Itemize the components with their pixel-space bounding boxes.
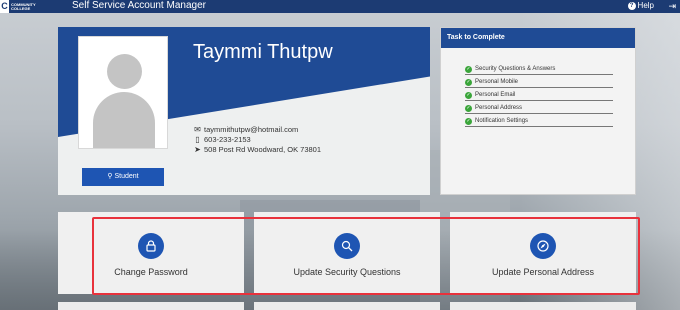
address-row: ➤ 508 Post Rd Woodward, OK 73801: [193, 145, 321, 155]
logout-icon[interactable]: ⇥: [668, 1, 676, 12]
highlight-box: [92, 217, 640, 295]
address-value: 508 Post Rd Woodward, OK 73801: [204, 145, 322, 154]
tile-row-2[interactable]: [450, 302, 636, 310]
phone-row: ▯ 603-233-2153: [193, 135, 321, 145]
check-circle-icon: ✓: [465, 65, 472, 73]
avatar: [78, 36, 168, 149]
logo-text: COMMUNITY COLLEGE: [11, 1, 36, 11]
task-item[interactable]: ✓ Personal Mobile: [465, 78, 613, 88]
help-icon: ?: [627, 2, 636, 10]
task-list: ✓ Security Questions & Answers ✓ Personal …: [465, 65, 613, 130]
college-logo[interactable]: C COMMUNITY COLLEGE: [0, 0, 41, 13]
student-role-button[interactable]: ⚲ Student: [82, 168, 164, 186]
check-circle-icon: ✓: [465, 91, 472, 99]
student-label: Student: [114, 173, 139, 180]
user-name: Taymmi Thutpw: [193, 41, 333, 63]
email-value: taymmithutpw@hotmail.com: [204, 125, 299, 134]
envelope-icon: ✉: [194, 125, 201, 134]
tile-row-2[interactable]: [58, 302, 244, 310]
help-label: Help: [637, 1, 654, 10]
help-link[interactable]: ? Help: [627, 0, 654, 12]
email-row: ✉ taymmithutpw@hotmail.com: [193, 125, 321, 135]
task-item[interactable]: ✓ Personal Address: [465, 104, 613, 114]
phone-icon: ▯: [195, 135, 200, 144]
logo-mark: C: [0, 0, 9, 13]
tile-row-2[interactable]: [254, 302, 440, 310]
location-arrow-icon: ➤: [194, 145, 201, 154]
top-bar: C COMMUNITY COLLEGE Self Service Account…: [0, 0, 680, 13]
task-item[interactable]: ✓ Personal Email: [465, 91, 613, 101]
check-circle-icon: ✓: [465, 78, 472, 86]
check-circle-icon: ✓: [465, 104, 472, 112]
check-circle-icon: ✓: [465, 117, 472, 125]
phone-value: 603-233-2153: [204, 135, 251, 144]
user-icon: ⚲: [107, 173, 113, 180]
app-title: Self Service Account Manager: [72, 0, 206, 11]
task-item[interactable]: ✓ Security Questions & Answers: [465, 65, 613, 75]
task-card-title: Task to Complete: [441, 28, 635, 48]
task-card: Task to Complete ✓ Security Questions & A…: [440, 27, 636, 195]
task-item[interactable]: ✓ Notification Settings: [465, 117, 613, 127]
profile-card: Taymmi Thutpw ✉ taymmithutpw@hotmail.com…: [58, 27, 430, 195]
contact-info: ✉ taymmithutpw@hotmail.com ▯ 603-233-215…: [193, 125, 321, 155]
